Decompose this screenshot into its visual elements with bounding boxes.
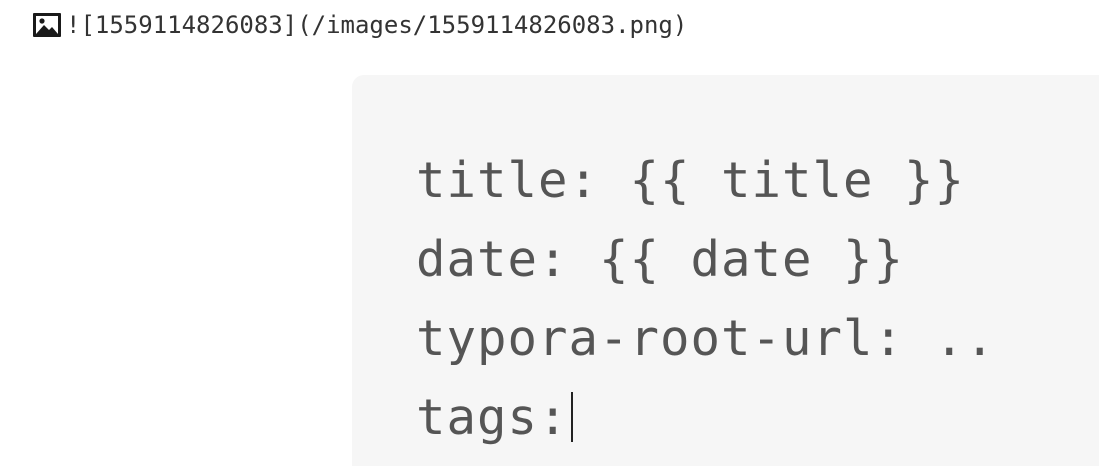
markdown-image-source[interactable]: ![1559114826083](/images/1559114826083.p… — [32, 8, 687, 42]
code-line-tags[interactable]: tags: — [416, 378, 996, 457]
code-line-text: title: {{ title }} — [416, 152, 966, 209]
code-line-typora-root-url[interactable]: typora-root-url: .. — [416, 299, 996, 378]
text-cursor — [570, 392, 573, 442]
code-line-text: date: {{ date }} — [416, 231, 905, 288]
image-icon — [32, 12, 62, 38]
code-line-date[interactable]: date: {{ date }} — [416, 220, 996, 299]
code-line-title[interactable]: title: {{ title }} — [416, 141, 996, 220]
code-lines: title: {{ title }} date: {{ date }} typo… — [416, 141, 996, 457]
markdown-image-text: ![1559114826083](/images/1559114826083.p… — [66, 11, 688, 39]
front-matter-code-block[interactable]: title: {{ title }} date: {{ date }} typo… — [352, 75, 1099, 466]
code-line-text: typora-root-url: .. — [416, 310, 996, 367]
code-line-text: tags: — [416, 389, 569, 446]
